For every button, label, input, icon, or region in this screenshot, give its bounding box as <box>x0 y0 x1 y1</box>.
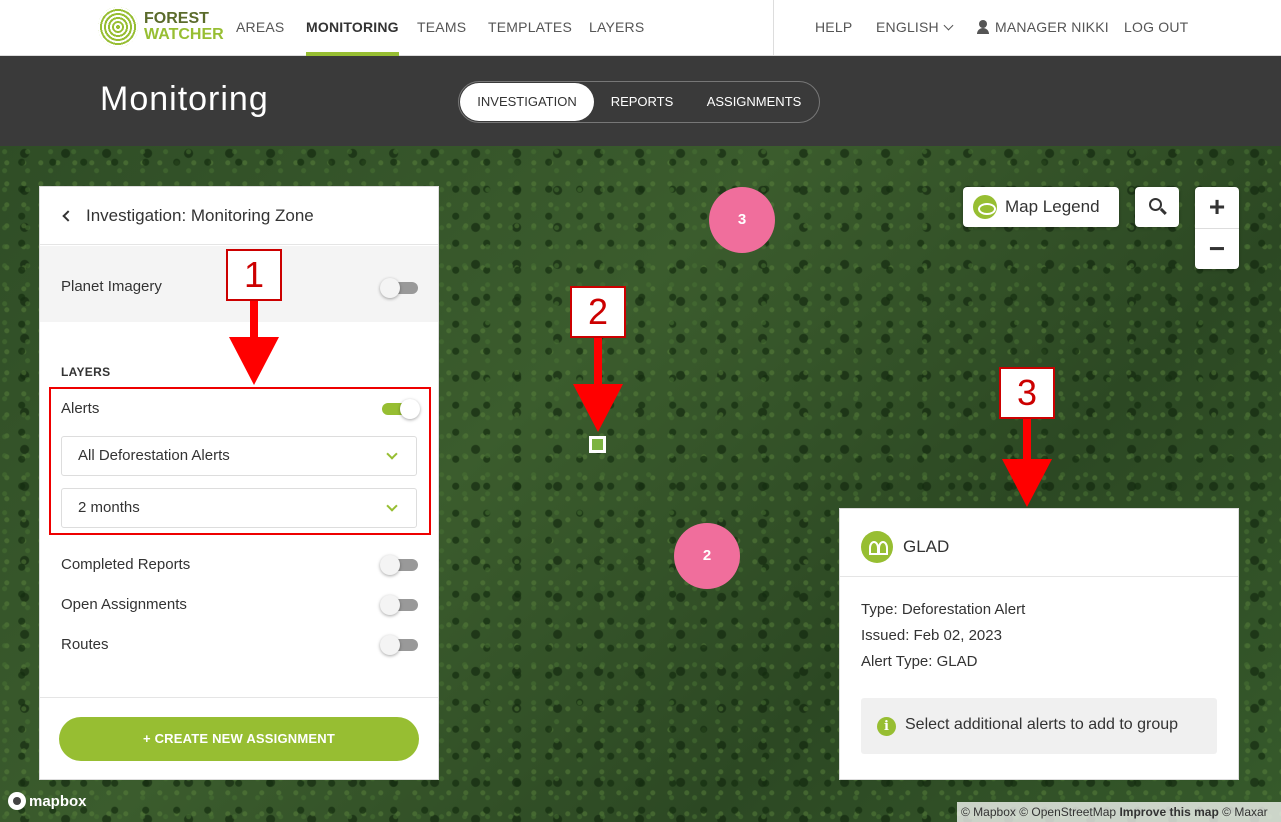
user-menu[interactable]: MANAGER NIKKI <box>976 0 1109 56</box>
arrow-down-icon <box>1002 459 1052 507</box>
info-icon: i <box>877 717 896 736</box>
toggle-knob <box>380 555 400 575</box>
page-header: Monitoring INVESTIGATION REPORTS ASSIGNM… <box>0 56 1281 146</box>
nav-help[interactable]: HELP <box>815 0 852 56</box>
info-note: i Select additional alerts to add to gro… <box>861 698 1217 754</box>
layers-heading: LAYERS <box>61 365 111 379</box>
attribution-osm[interactable]: © OpenStreetMap <box>1019 805 1116 819</box>
panel-divider <box>40 697 438 698</box>
attribution-mapbox[interactable]: © Mapbox <box>961 805 1016 819</box>
routes-label: Routes <box>61 636 109 653</box>
tab-investigation[interactable]: INVESTIGATION <box>460 83 594 121</box>
alert-source-line: Alert Type: GLAD <box>861 653 978 670</box>
create-assignment-button[interactable]: + CREATE NEW ASSIGNMENT <box>59 717 419 761</box>
annotation-highlight-box <box>49 387 431 535</box>
nav-teams[interactable]: TEAMS <box>417 0 466 56</box>
language-label: ENGLISH <box>876 19 939 35</box>
panel-header[interactable]: Investigation: Monitoring Zone <box>40 187 438 245</box>
nav-divider <box>773 0 774 56</box>
user-icon <box>976 20 990 34</box>
planet-imagery-label: Planet Imagery <box>61 278 162 295</box>
logo-text-line2: WATCHER <box>144 26 224 43</box>
mapbox-logo[interactable]: mapbox <box>8 792 87 810</box>
planet-imagery-toggle[interactable] <box>380 278 418 298</box>
alert-issued-line: Issued: Feb 02, 2023 <box>861 627 1002 644</box>
attribution-maxar[interactable]: © Maxar <box>1222 805 1268 819</box>
map-attribution: © Mapbox © OpenStreetMap Improve this ma… <box>957 802 1281 822</box>
toggle-knob <box>380 635 400 655</box>
mapbox-wordmark: mapbox <box>29 792 87 810</box>
nav-monitoring[interactable]: MONITORING <box>306 0 399 56</box>
tab-reports[interactable]: REPORTS <box>596 83 688 121</box>
mapbox-icon <box>8 792 26 810</box>
page-title: Monitoring <box>100 80 269 118</box>
panel-title: Investigation: Monitoring Zone <box>86 205 314 225</box>
annotation-number-1: 1 <box>226 249 282 301</box>
forest-watcher-logo[interactable]: FOREST WATCHER <box>98 7 224 47</box>
alert-cluster[interactable]: 2 <box>674 523 740 589</box>
alert-info-card: GLAD Type: Deforestation Alert Issued: F… <box>839 508 1239 780</box>
toggle-knob <box>380 278 400 298</box>
chevron-down-icon <box>943 20 954 31</box>
zoom-controls: + − <box>1195 187 1239 269</box>
routes-toggle[interactable] <box>380 635 418 655</box>
monitoring-tabs: INVESTIGATION REPORTS ASSIGNMENTS <box>458 81 820 123</box>
tab-assignments[interactable]: ASSIGNMENTS <box>690 83 818 121</box>
card-header: GLAD <box>840 509 1238 577</box>
completed-reports-toggle[interactable] <box>380 555 418 575</box>
arrow-down-icon <box>573 384 623 432</box>
annotation-arrow-1 <box>250 301 258 339</box>
tree-ring-icon <box>98 7 138 47</box>
annotation-arrow-3 <box>1023 419 1031 461</box>
legend-icon <box>973 195 997 219</box>
improve-map-link[interactable]: Improve this map <box>1119 805 1218 819</box>
language-dropdown[interactable]: ENGLISH <box>876 0 954 56</box>
top-navigation: FOREST WATCHER AREAS MONITORING TEAMS TE… <box>0 0 1281 56</box>
arrow-down-icon <box>229 337 279 385</box>
annotation-number-2: 2 <box>570 286 626 338</box>
nav-templates[interactable]: TEMPLATES <box>488 0 572 56</box>
map-legend-button[interactable]: Map Legend <box>963 187 1119 227</box>
open-assignments-label: Open Assignments <box>61 596 187 613</box>
annotation-number-3: 3 <box>999 367 1055 419</box>
logo-text-line1: FOREST <box>144 10 209 27</box>
nav-areas[interactable]: AREAS <box>236 0 284 56</box>
card-title: GLAD <box>903 537 950 556</box>
selected-alert-marker[interactable] <box>589 436 606 453</box>
satellite-map[interactable]: Investigation: Monitoring Zone Planet Im… <box>0 146 1281 822</box>
zoom-out-button[interactable]: − <box>1195 229 1239 270</box>
toggle-knob <box>380 595 400 615</box>
nav-logout[interactable]: LOG OUT <box>1124 0 1188 56</box>
nav-layers[interactable]: LAYERS <box>589 0 644 56</box>
alert-type-line: Type: Deforestation Alert <box>861 601 1026 618</box>
open-assignments-toggle[interactable] <box>380 595 418 615</box>
glad-alert-icon <box>861 531 893 563</box>
chevron-left-icon[interactable] <box>62 209 74 222</box>
completed-reports-label: Completed Reports <box>61 556 191 573</box>
user-name: MANAGER NIKKI <box>995 19 1109 35</box>
info-note-text: Select additional alerts to add to group <box>905 716 1179 733</box>
map-search-button[interactable] <box>1135 187 1179 227</box>
map-legend-label: Map Legend <box>1005 197 1100 216</box>
zoom-in-button[interactable]: + <box>1195 187 1239 228</box>
alert-cluster[interactable]: 3 <box>709 187 775 253</box>
annotation-arrow-2 <box>594 338 602 386</box>
